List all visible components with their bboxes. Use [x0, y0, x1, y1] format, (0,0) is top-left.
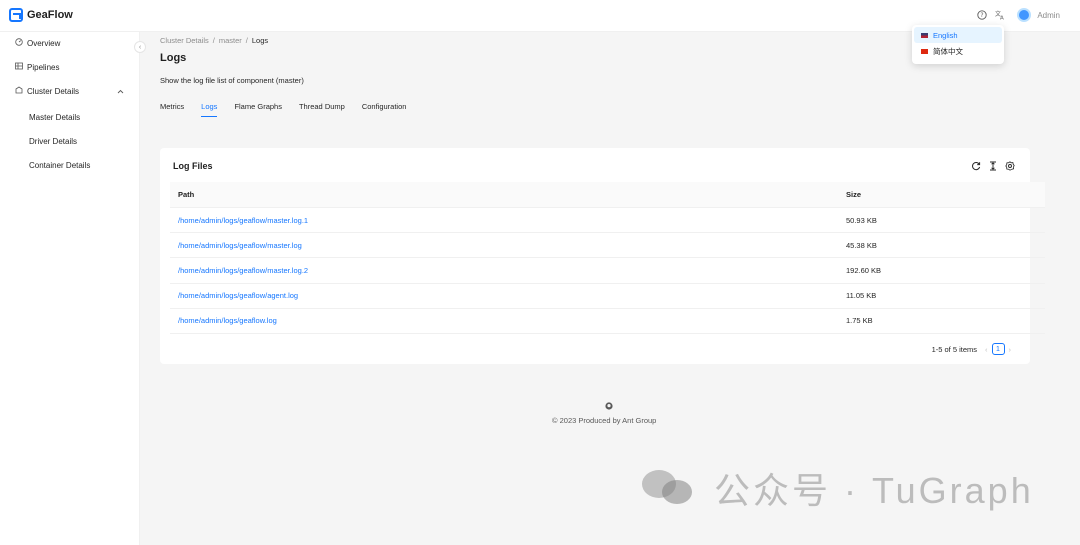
- table-row: /home/admin/logs/geaflow/master.log 45.3…: [170, 233, 1045, 259]
- table-icon: [14, 62, 24, 72]
- svg-text:?: ?: [981, 12, 984, 19]
- cluster-icon: [14, 86, 24, 96]
- page-description: Show the log file list of component (mas…: [160, 76, 304, 85]
- log-size: 45.38 KB: [846, 240, 877, 250]
- log-size: 50.93 KB: [846, 215, 877, 225]
- tab-metrics[interactable]: Metrics: [160, 102, 184, 117]
- sidebar-item-cluster-details[interactable]: Cluster Details: [0, 81, 140, 101]
- chevron-left-icon: ‹: [138, 43, 142, 51]
- breadcrumb-current: Logs: [251, 36, 269, 45]
- watermark-text: 公众号 · TuGraph: [714, 470, 1034, 511]
- sidebar-item-master-details[interactable]: Master Details: [0, 107, 140, 127]
- log-path-link[interactable]: /home/admin/logs/geaflow/master.log.2: [170, 266, 838, 275]
- us-flag-icon: [921, 32, 928, 38]
- setting-icon[interactable]: [1004, 160, 1016, 172]
- wechat-icon: [640, 468, 698, 508]
- help-circle-icon[interactable]: ?: [975, 8, 989, 22]
- log-path-link[interactable]: /home/admin/logs/geaflow/agent.log: [170, 291, 838, 300]
- log-size: 1.75 KB: [846, 316, 873, 326]
- pagination-summary: 1-5 of 5 items: [931, 344, 977, 354]
- language-dropdown: English 简体中文: [912, 25, 1004, 64]
- column-height-icon[interactable]: [987, 160, 999, 172]
- sidebar-item-label: Master Details: [29, 112, 81, 122]
- table-row: /home/admin/logs/geaflow.log 1.75 KB: [170, 309, 1045, 334]
- sidebar-item-label: Driver Details: [29, 136, 78, 146]
- sidebar-item-label: Pipelines: [27, 62, 60, 72]
- geaflow-logo-icon: [9, 8, 23, 22]
- table-header: Path Size: [170, 182, 1045, 208]
- sidebar-collapse-button[interactable]: ‹: [134, 41, 146, 53]
- tab-logs[interactable]: Logs: [201, 102, 218, 117]
- breadcrumb-separator: /: [245, 36, 248, 45]
- log-size: 192.60 KB: [846, 265, 882, 275]
- language-label: 简体中文: [933, 46, 963, 56]
- app-name: GeaFlow: [27, 9, 73, 21]
- table-row: /home/admin/logs/geaflow/master.log.1 50…: [170, 208, 1045, 234]
- table-row: /home/admin/logs/geaflow/master.log.2 19…: [170, 258, 1045, 284]
- log-path-link[interactable]: /home/admin/logs/geaflow.log: [170, 316, 838, 325]
- header-actions: ? 文A Admin: [971, 8, 1060, 22]
- tab-flame-graphs[interactable]: Flame Graphs: [234, 102, 282, 117]
- footer-copyright: © 2023 Produced by Ant Group: [552, 416, 657, 425]
- page-title: Logs: [160, 52, 187, 64]
- log-path-link[interactable]: /home/admin/logs/geaflow/master.log: [170, 241, 838, 250]
- log-size: 11.05 KB: [846, 291, 877, 301]
- column-header-size[interactable]: Size: [838, 190, 861, 199]
- breadcrumb-master[interactable]: master: [219, 36, 242, 45]
- sidebar-item-label: Overview: [27, 38, 61, 48]
- sidebar-item-label: Container Details: [29, 160, 91, 170]
- breadcrumb: Cluster Details / master / Logs: [160, 36, 272, 45]
- language-label: English: [933, 30, 958, 40]
- user-name[interactable]: Admin: [1037, 11, 1060, 20]
- log-files-card: Log Files Path Size /home/admin/logs/gea…: [160, 148, 1045, 364]
- breadcrumb-separator: /: [212, 36, 215, 45]
- page-number-button[interactable]: 1: [991, 343, 1005, 355]
- sidebar-item-label: Cluster Details: [27, 86, 80, 96]
- breadcrumb-cluster-details[interactable]: Cluster Details: [160, 36, 209, 45]
- avatar[interactable]: [1017, 8, 1032, 22]
- tab-thread-dump[interactable]: Thread Dump: [299, 102, 345, 117]
- translate-icon[interactable]: 文A: [993, 8, 1007, 22]
- card-toolbar: [965, 160, 1016, 172]
- sidebar-item-pipelines[interactable]: Pipelines: [0, 57, 140, 77]
- tab-bar: Metrics Logs Flame Graphs Thread Dump Co…: [160, 102, 423, 117]
- chevron-up-icon: [117, 87, 124, 96]
- language-option-chinese[interactable]: 简体中文: [914, 43, 1002, 59]
- prev-page-icon[interactable]: ‹: [985, 345, 988, 354]
- tab-configuration[interactable]: Configuration: [362, 102, 407, 117]
- reload-icon[interactable]: [970, 160, 982, 172]
- log-files-table: Path Size /home/admin/logs/geaflow/maste…: [170, 182, 1045, 334]
- next-page-icon[interactable]: ›: [1009, 345, 1012, 354]
- github-icon[interactable]: [604, 402, 614, 412]
- sidebar-item-container-details[interactable]: Container Details: [0, 155, 140, 175]
- language-option-english[interactable]: English: [914, 27, 1002, 43]
- table-row: /home/admin/logs/geaflow/agent.log 11.05…: [170, 284, 1045, 309]
- cn-flag-icon: [921, 48, 928, 54]
- watermark: 公众号 · TuGraph: [640, 462, 1034, 514]
- svg-text:A: A: [1000, 16, 1004, 21]
- dashboard-icon: [14, 38, 24, 48]
- column-header-path[interactable]: Path: [170, 190, 838, 199]
- log-path-link[interactable]: /home/admin/logs/geaflow/master.log.1: [170, 216, 838, 225]
- pagination: 1-5 of 5 items ‹ 1 ›: [932, 343, 1015, 355]
- sidebar-item-driver-details[interactable]: Driver Details: [0, 131, 140, 151]
- app-logo[interactable]: GeaFlow: [9, 8, 73, 22]
- sidebar: Overview Pipelines Cluster Details Maste…: [0, 32, 140, 545]
- sidebar-item-overview[interactable]: Overview: [0, 33, 140, 53]
- card-title: Log Files: [173, 161, 213, 171]
